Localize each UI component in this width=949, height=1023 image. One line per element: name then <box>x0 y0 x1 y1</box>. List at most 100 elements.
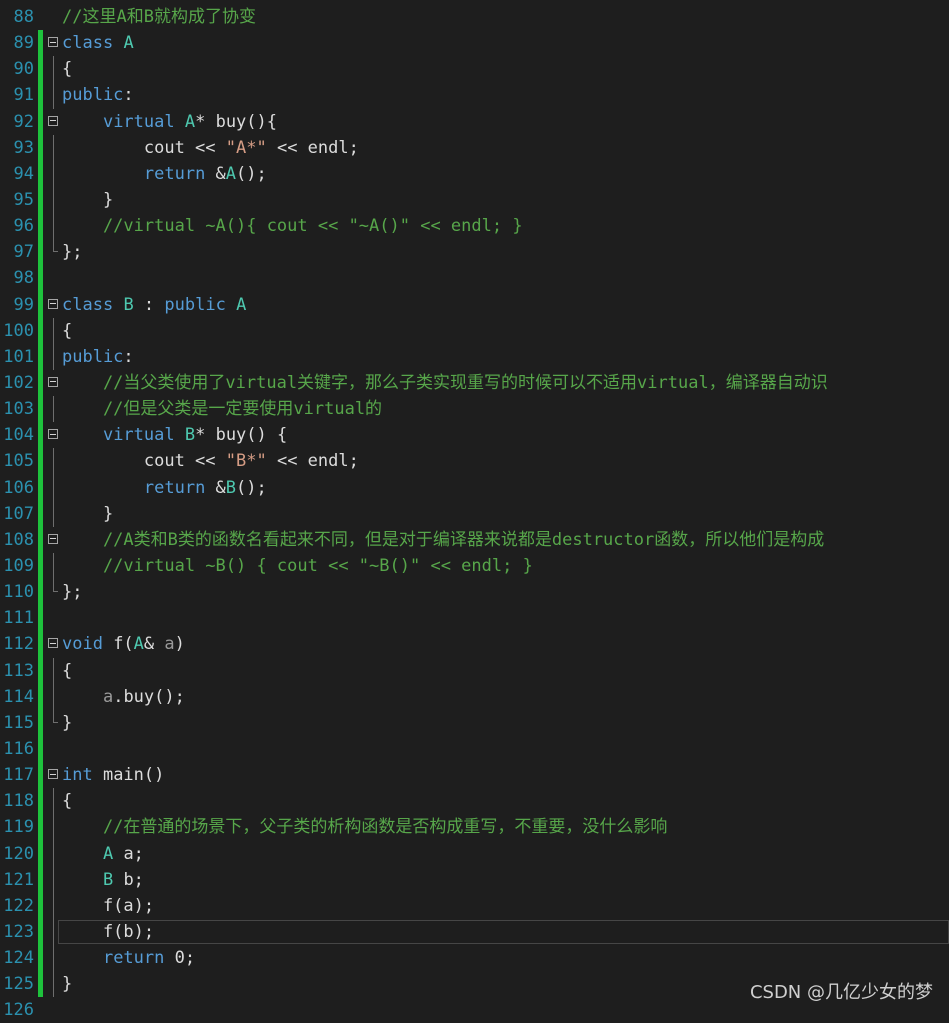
collapse-icon[interactable] <box>48 533 58 544</box>
line-number: 100 <box>3 320 34 341</box>
line-number: 93 <box>13 137 34 158</box>
code-line[interactable]: 102 //当父类使用了virtual关键字，那么子类实现重写的时候可以不适用v… <box>0 369 949 397</box>
code-line[interactable]: 101 public: <box>0 343 949 370</box>
line-number: 95 <box>13 189 34 210</box>
code-line[interactable]: 104 virtual B* buy() { <box>0 422 949 449</box>
code-line[interactable]: 107 } <box>0 500 949 527</box>
change-indicator-bar <box>38 840 43 867</box>
line-number: 122 <box>3 895 34 916</box>
code-token: //当父类使用了virtual关键字，那么子类实现重写的时候可以不适用virtu… <box>62 372 828 393</box>
code-line[interactable]: 109 //virtual ~B() { cout << "~B()" << e… <box>0 552 949 580</box>
code-line[interactable]: 120 A a; <box>0 840 949 867</box>
code-text: } <box>62 187 113 213</box>
collapse-icon[interactable] <box>48 638 58 649</box>
outline-guide <box>53 552 54 580</box>
code-line[interactable]: 112 void f(A& a) <box>0 631 949 658</box>
code-line[interactable]: 124 return 0; <box>0 945 949 972</box>
collapse-icon[interactable] <box>48 115 58 126</box>
code-line[interactable]: 103 //但是父类是一定要使用virtual的 <box>0 396 949 423</box>
code-line[interactable]: 114 a.buy(); <box>0 683 949 710</box>
change-indicator-bar <box>38 709 43 736</box>
code-line[interactable]: 110}; <box>0 579 949 606</box>
change-indicator-bar <box>38 160 43 187</box>
code-line[interactable]: 93 cout << "A*" << endl; <box>0 134 949 161</box>
code-token: a <box>164 634 175 655</box>
change-indicator-bar <box>38 239 43 266</box>
code-line[interactable]: 89 class A <box>0 30 949 57</box>
code-line[interactable]: 108 //A类和B类的函数名看起来不同，但是对于编译器来说都是destruct… <box>0 526 949 553</box>
change-indicator-bar <box>38 291 43 318</box>
code-editor[interactable]: 88//这里A和B就构成了协变 89 class A 90{91 public: 92 v… <box>0 4 949 1023</box>
collapse-icon[interactable] <box>48 769 58 780</box>
change-indicator-bar <box>38 474 43 501</box>
collapse-icon[interactable] <box>48 429 58 440</box>
code-token: class <box>62 33 114 54</box>
code-text: { <box>62 56 72 82</box>
outline-guide <box>53 474 54 501</box>
code-line[interactable]: 113 { <box>0 657 949 684</box>
outline-guide <box>53 918 54 946</box>
code-text: } <box>62 501 113 527</box>
code-line[interactable]: 99 class B : public A <box>0 291 949 318</box>
collapse-icon[interactable] <box>48 376 58 387</box>
code-token: : <box>123 346 134 367</box>
code-token: a <box>102 686 114 707</box>
code-text: }; <box>62 579 82 605</box>
change-indicator-bar <box>38 814 43 841</box>
code-line[interactable]: 119 //在普通的场景下，父子类的析构函数是否构成重写，不重要，没什么影响 <box>0 814 949 841</box>
outline-guide <box>53 343 54 370</box>
code-text: virtual A* buy(){ <box>62 109 277 135</box>
outline-guide <box>53 317 54 344</box>
collapse-icon[interactable] <box>48 298 58 309</box>
outline-guide <box>53 971 54 998</box>
line-number: 96 <box>13 216 34 237</box>
code-text: //但是父类是一定要使用virtual的 <box>62 396 382 422</box>
code-line[interactable]: 118 { <box>0 788 949 815</box>
code-token: ) <box>174 634 185 655</box>
code-line[interactable]: 117 int main() <box>0 762 949 789</box>
code-token: public <box>164 294 226 315</box>
line-number: 126 <box>3 1000 34 1021</box>
code-line[interactable]: 106 return &B(); <box>0 474 949 501</box>
code-line[interactable]: 123 f(b); <box>0 918 949 946</box>
code-line[interactable]: 105 cout << "B*" << endl; <box>0 448 949 475</box>
code-line[interactable]: 116 <box>0 735 949 763</box>
code-line[interactable]: 90 { <box>0 56 949 83</box>
change-indicator-bar <box>38 605 43 632</box>
code-line[interactable]: 96 //virtual ~A(){ cout << "~A()" << end… <box>0 213 949 240</box>
code-line[interactable]: 111 <box>0 605 949 632</box>
code-line[interactable]: 121 B b; <box>0 866 949 893</box>
code-line[interactable]: 94 return &A(); <box>0 160 949 187</box>
code-token: cout << <box>62 451 226 472</box>
outline-guide <box>53 239 58 253</box>
code-text: f(b); <box>62 919 154 945</box>
code-token: return <box>143 163 206 184</box>
code-token: { <box>62 320 73 341</box>
code-line[interactable]: 122 f(a); <box>0 892 949 919</box>
outline-guide <box>53 788 54 815</box>
code-token: << endl; <box>266 451 359 472</box>
code-line[interactable]: 88 //这里A和B就构成了协变 <box>0 4 949 30</box>
code-line[interactable]: 91 public: <box>0 82 949 109</box>
code-token: B <box>123 294 134 315</box>
code-text: //virtual ~B() { cout << "~B()" << endl;… <box>62 553 533 579</box>
code-line[interactable]: 97}; <box>0 239 949 266</box>
line-number: 107 <box>3 503 34 524</box>
line-number: 92 <box>13 111 34 132</box>
code-line[interactable]: 98 <box>0 265 949 292</box>
code-token: } <box>62 503 114 524</box>
code-line[interactable]: 92 virtual A* buy(){ <box>0 108 949 135</box>
code-token: //在普通的场景下，父子类的析构函数是否构成重写，不重要，没什么影响 <box>62 817 668 838</box>
collapse-icon[interactable] <box>48 37 58 48</box>
code-line[interactable]: 100 { <box>0 317 949 344</box>
code-token: A <box>123 33 134 54</box>
code-line[interactable]: 95 } <box>0 186 949 214</box>
change-indicator-bar <box>38 631 43 658</box>
code-text: cout << "B*" << endl; <box>62 448 359 474</box>
code-line[interactable]: 115} <box>0 709 949 736</box>
code-token: //A类和B类的函数名看起来不同，但是对于编译器来说都是destructor函数… <box>62 529 825 550</box>
